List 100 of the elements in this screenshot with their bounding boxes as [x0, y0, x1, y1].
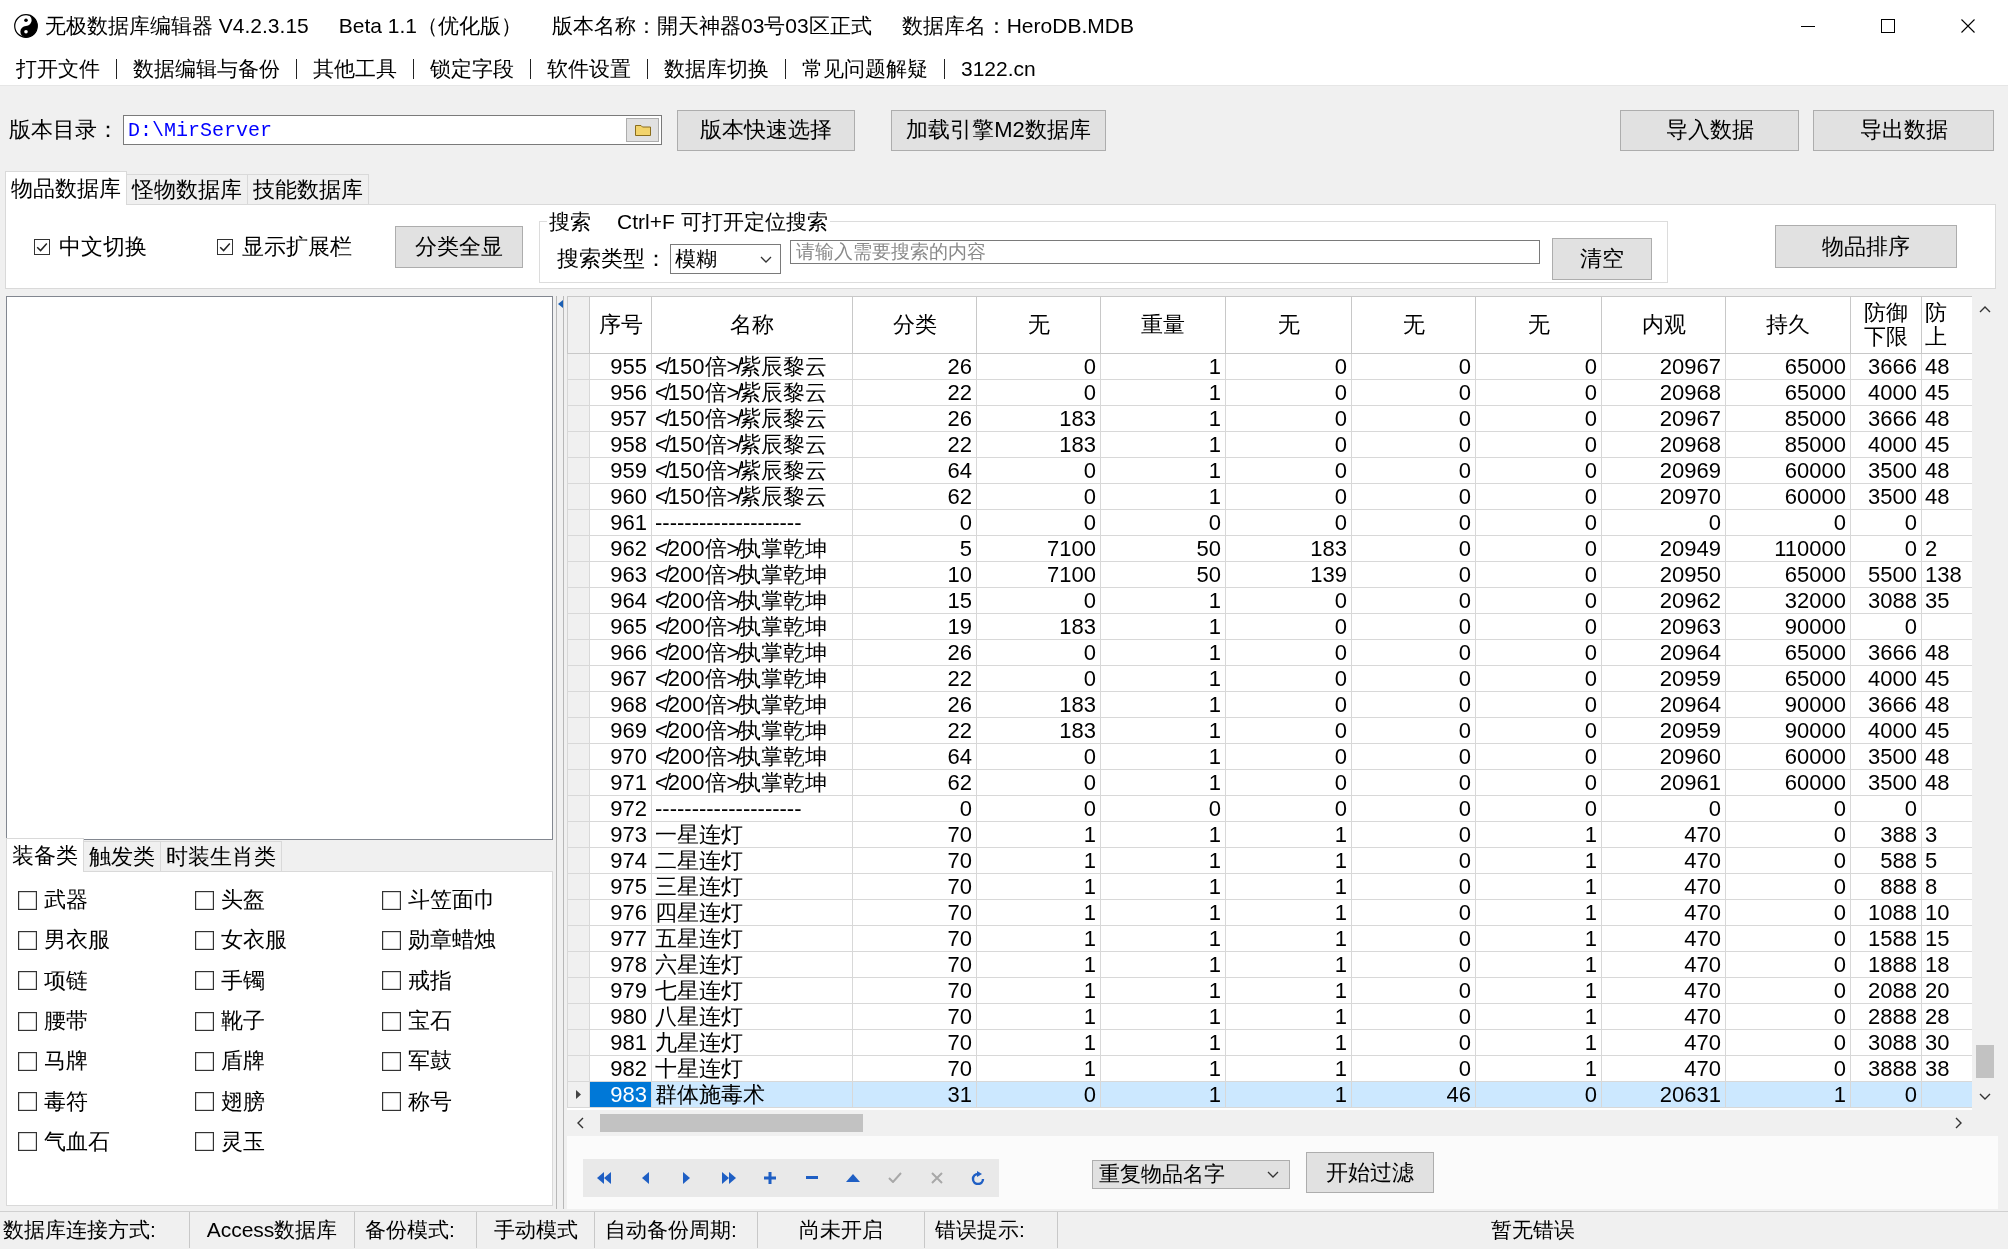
browse-button[interactable]: [626, 118, 659, 142]
checkbox[interactable]: [195, 890, 214, 910]
checkbox-label: 靴子: [221, 1007, 265, 1036]
show-all-button[interactable]: 分类全显: [395, 225, 523, 268]
table-row[interactable]: 982 十星连灯 70 1 1 1 0 1 470 0 3888 38: [567, 1055, 1972, 1082]
table-cell: 888: [1850, 873, 1922, 900]
checkbox[interactable]: [195, 1051, 214, 1071]
checkbox[interactable]: [217, 238, 233, 255]
table-row[interactable]: 967 ≮200倍≯执掌乾坤 22 0 1 0 0 0 20959 65000 4000 45: [567, 665, 1972, 692]
table-row[interactable]: 958 ≮150倍≯紫辰黎云 22 183 1 0 0 0 20968 85000 4000 45: [567, 431, 1972, 458]
table-row[interactable]: 969 ≮200倍≯执掌乾坤 22 183 1 0 0 0 20959 90000 4000 45: [567, 717, 1972, 744]
column-header[interactable]: 防御下限: [1850, 296, 1922, 354]
toolbar-button[interactable]: 加载引擎M2数据库: [891, 109, 1106, 151]
checkbox[interactable]: [195, 1092, 214, 1112]
table-row[interactable]: 957 ≮150倍≯紫辰黎云 26 183 1 0 0 0 20967 85000 3666 48: [567, 405, 1972, 432]
table-row[interactable]: 974 二星连灯 70 1 1 1 0 1 470 0 588 5: [567, 847, 1972, 874]
search-field[interactable]: 请输入需要搜索的内容: [789, 240, 1541, 264]
menu-item[interactable]: 3122.cn: [961, 56, 1036, 81]
column-header[interactable]: 无: [976, 296, 1101, 354]
menu-item[interactable]: 打开文件: [16, 54, 100, 83]
menu-item[interactable]: 数据库切换: [664, 54, 769, 83]
column-header[interactable]: 名称: [651, 296, 853, 354]
clear-button[interactable]: 清空: [1552, 238, 1652, 280]
table-cell: 46: [1351, 1081, 1476, 1108]
menu-item[interactable]: 软件设置: [547, 54, 631, 83]
checkbox[interactable]: [34, 238, 50, 255]
toolbar-button[interactable]: 版本快速选择: [677, 109, 855, 151]
checkbox[interactable]: [18, 1092, 37, 1112]
menu-item[interactable]: 常见问题解疑: [802, 54, 928, 83]
checkbox[interactable]: [18, 1051, 37, 1071]
minus-icon: [805, 1176, 818, 1179]
table-row[interactable]: 972 -------------------- 0 0 0 0 0 0 0 0 0: [567, 795, 1972, 822]
checkbox[interactable]: [18, 971, 37, 991]
scrollbar-thumb[interactable]: [1976, 1045, 1994, 1078]
table-row[interactable]: 971 ≮200倍≯执掌乾坤 62 0 1 0 0 0 20961 60000 3500 48: [567, 769, 1972, 796]
table-row[interactable]: 955 ≮150倍≯紫辰黎云 26 0 1 0 0 0 20967 65000 3666 48: [567, 353, 1972, 380]
table-cell: 1: [1100, 457, 1226, 484]
tab[interactable]: 物品数据库: [5, 171, 127, 205]
table-row[interactable]: 970 ≮200倍≯执掌乾坤 64 0 1 0 0 0 20960 60000 3500 48: [567, 743, 1972, 770]
checkbox[interactable]: [382, 890, 401, 910]
table-row[interactable]: 956 ≮150倍≯紫辰黎云 22 0 1 0 0 0 20968 65000 4000 45: [567, 379, 1972, 406]
column-header[interactable]: 重量: [1100, 296, 1226, 354]
table-cell: 955: [589, 353, 652, 380]
table-row[interactable]: 975 三星连灯 70 1 1 1 0 1 470 0 888 8: [567, 873, 1972, 900]
table-row[interactable]: 983 群体施毒术 31 0 1 1 46 0 20631 1 0: [567, 1081, 1972, 1108]
checkbox[interactable]: [382, 1011, 401, 1031]
checkbox[interactable]: [18, 1132, 37, 1152]
table-cell: 22: [852, 665, 977, 692]
table-row[interactable]: 973 一星连灯 70 1 1 1 0 1 470 0 388 3: [567, 821, 1972, 848]
sort-button[interactable]: 物品排序: [1775, 225, 1957, 268]
checkbox[interactable]: [195, 1011, 214, 1031]
checkbox[interactable]: [18, 930, 37, 950]
checkbox[interactable]: [18, 890, 37, 910]
column-header[interactable]: 无: [1475, 296, 1602, 354]
column-header[interactable]: 防上: [1921, 296, 1972, 354]
table-row[interactable]: 979 七星连灯 70 1 1 1 0 1 470 0 2088 20: [567, 977, 1972, 1004]
menu-item[interactable]: 数据编辑与备份: [133, 54, 280, 83]
menu-item[interactable]: 锁定字段: [430, 54, 514, 83]
checkbox[interactable]: [382, 971, 401, 991]
column-header[interactable]: 内观: [1601, 296, 1726, 354]
table-row[interactable]: 964 ≮200倍≯执掌乾坤 15 0 1 0 0 0 20962 32000 3088 35: [567, 587, 1972, 614]
table-row[interactable]: 978 六星连灯 70 1 1 1 0 1 470 0 1888 18: [567, 951, 1972, 978]
table-row[interactable]: 981 九星连灯 70 1 1 1 0 1 470 0 3088 30: [567, 1029, 1972, 1056]
column-header[interactable]: 无: [1225, 296, 1352, 354]
export-button[interactable]: 导出数据: [1813, 109, 1994, 151]
table-row[interactable]: 968 ≮200倍≯执掌乾坤 26 183 1 0 0 0 20964 90000 3666 48: [567, 691, 1972, 718]
menu-item[interactable]: 其他工具: [313, 54, 397, 83]
tab[interactable]: 技能数据库: [247, 174, 369, 205]
import-button[interactable]: 导入数据: [1620, 109, 1799, 151]
table-row[interactable]: 960 ≮150倍≯紫辰黎云 62 0 1 0 0 0 20970 60000 3500 48: [567, 483, 1972, 510]
table-row[interactable]: 980 八星连灯 70 1 1 1 0 1 470 0 2888 28: [567, 1003, 1972, 1030]
column-header[interactable]: 无: [1351, 296, 1476, 354]
checkbox[interactable]: [195, 971, 214, 991]
table-row[interactable]: 976 四星连灯 70 1 1 1 0 1 470 0 1088 10: [567, 899, 1972, 926]
column-header[interactable]: 序号: [589, 296, 652, 354]
table-cell: 980: [589, 1003, 652, 1030]
checkbox[interactable]: [195, 1132, 214, 1152]
filter-dropdown[interactable]: 重复物品名字: [1092, 1159, 1290, 1189]
table-row[interactable]: 961 -------------------- 0 0 0 0 0 0 0 0 0: [567, 509, 1972, 536]
search-type-dropdown[interactable]: 模糊: [670, 244, 781, 274]
checkbox[interactable]: [382, 1051, 401, 1071]
path-field[interactable]: D:\MirServer: [123, 115, 662, 145]
table-cell: 1: [1100, 925, 1226, 952]
column-header[interactable]: 持久: [1725, 296, 1851, 354]
scrollbar-thumb[interactable]: [600, 1114, 863, 1132]
checkbox[interactable]: [382, 1092, 401, 1112]
table-row[interactable]: 963 ≮200倍≯执掌乾坤 10 7100 50 139 0 0 20950 65000 5500 138: [567, 561, 1972, 588]
table-row[interactable]: 962 ≮200倍≯执掌乾坤 5 7100 50 183 0 0 20949 110000 0 2: [567, 535, 1972, 562]
checkbox[interactable]: [18, 1011, 37, 1031]
table-row[interactable]: 965 ≮200倍≯执掌乾坤 19 183 1 0 0 0 20963 90000 0: [567, 613, 1972, 640]
table-row[interactable]: 966 ≮200倍≯执掌乾坤 26 0 1 0 0 0 20964 65000 3666 48: [567, 639, 1972, 666]
table-row[interactable]: 977 五星连灯 70 1 1 1 0 1 470 0 1588 15: [567, 925, 1972, 952]
filter-button[interactable]: 开始过滤: [1306, 1152, 1434, 1193]
tab[interactable]: 时装生肖类: [160, 841, 282, 872]
table-row[interactable]: 959 ≮150倍≯紫辰黎云 64 0 1 0 0 0 20969 60000 3500 48: [567, 457, 1972, 484]
tab[interactable]: 装备类: [6, 838, 84, 872]
checkbox[interactable]: [195, 930, 214, 950]
checkbox[interactable]: [382, 930, 401, 950]
table-cell: 0: [1351, 483, 1476, 510]
column-header[interactable]: 分类: [852, 296, 977, 354]
